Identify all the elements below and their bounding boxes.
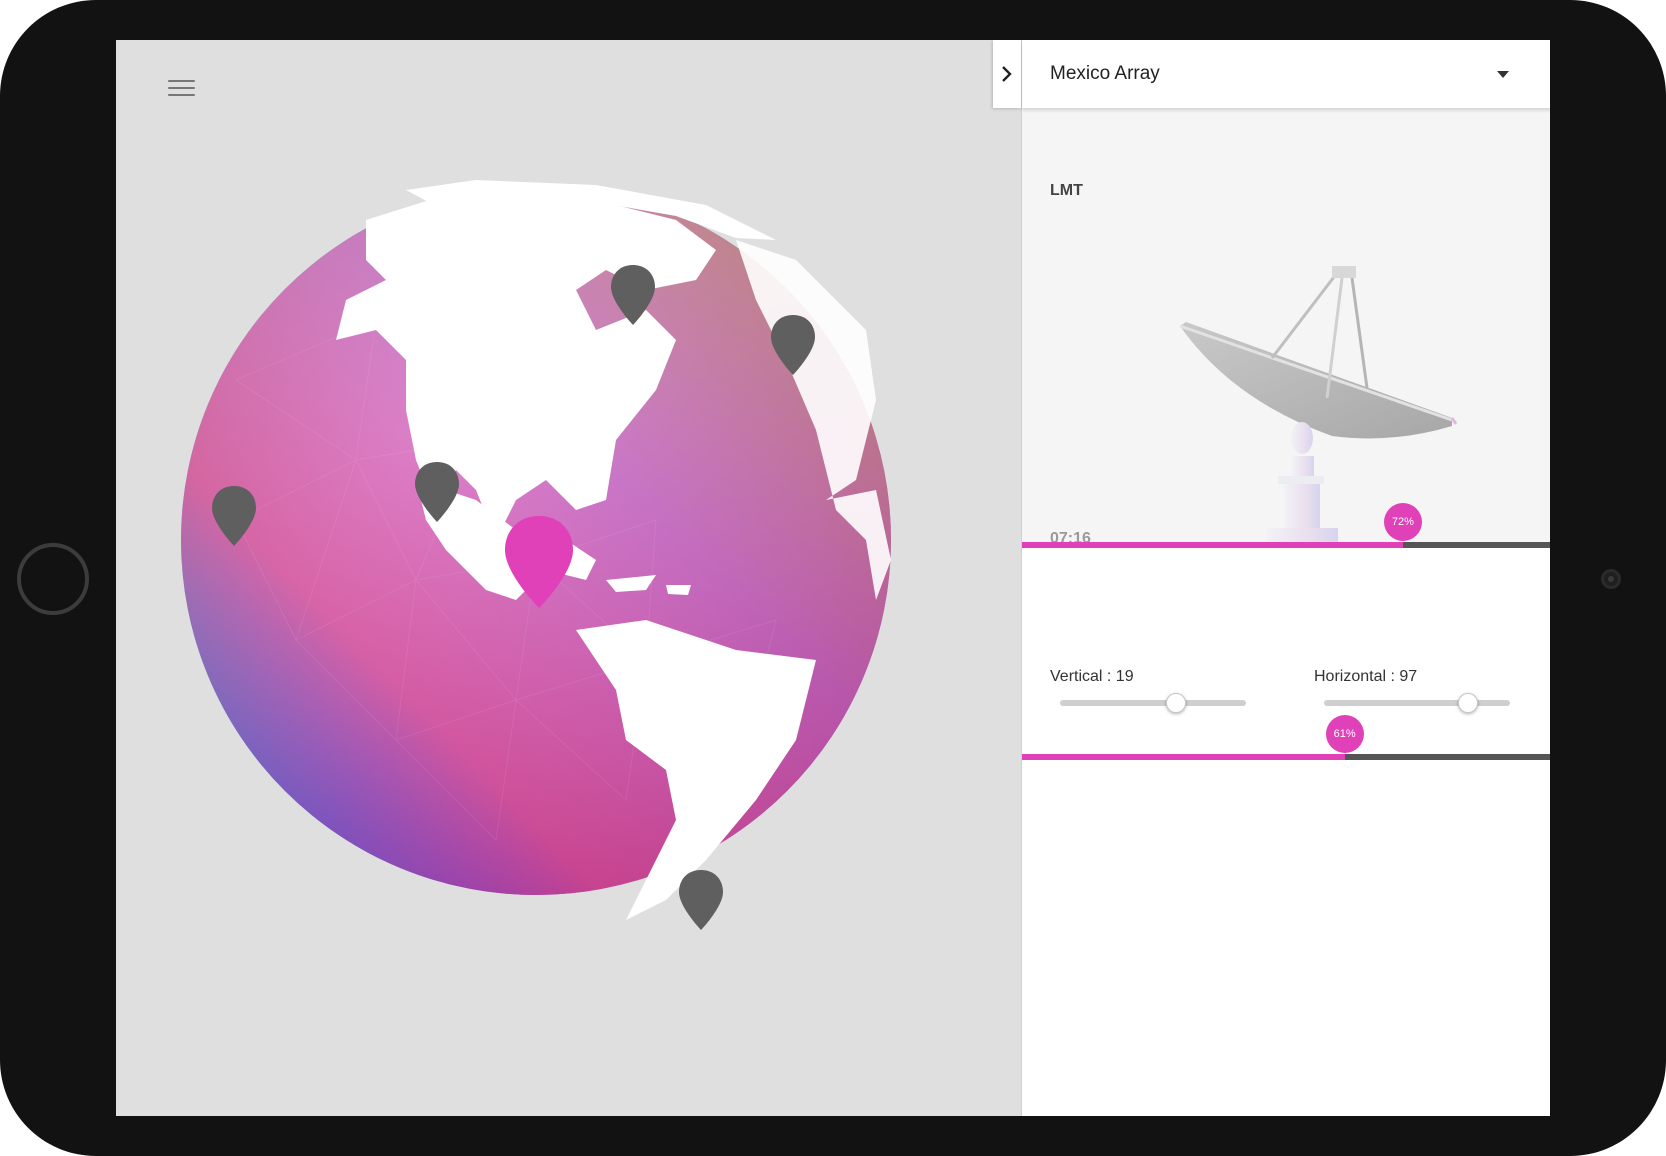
playback-fill [1022, 542, 1403, 548]
tablet-frame: Mexico Array LMT 07:16 72% Vertical: 19… [0, 0, 1666, 1156]
dish-icon [1152, 238, 1482, 548]
secondary-fill [1022, 754, 1345, 760]
horizontal-label: Horizontal : 97 [1314, 668, 1418, 685]
horizontal-slider[interactable] [1324, 693, 1510, 713]
globe-svg [181, 180, 891, 930]
chevron-right-icon [1002, 66, 1012, 82]
site-dropdown-value: Mexico Array [1050, 63, 1160, 84]
site-code: LMT [1050, 182, 1083, 199]
secondary-slider[interactable]: 61% [1022, 715, 1550, 760]
marker-south-america [679, 870, 723, 930]
home-button[interactable] [17, 543, 89, 615]
camera-icon [1601, 569, 1621, 589]
caret-down-icon [1497, 70, 1509, 78]
vertical-slider[interactable] [1060, 693, 1246, 713]
secondary-percent-badge[interactable]: 61% [1325, 715, 1364, 753]
app-screen: Mexico Array LMT 07:16 72% Vertical: 19… [116, 40, 1550, 1116]
vertical-label: Vertical : 19 [1050, 668, 1134, 685]
hamburger-icon[interactable] [161, 68, 201, 108]
globe-view[interactable] [176, 180, 956, 1040]
vertical-control: Vertical : 19 [1050, 668, 1250, 713]
panel-toggle-button[interactable] [993, 40, 1021, 108]
playback-slider[interactable]: 72% [1022, 503, 1550, 548]
horizontal-control: Horizontal : 97 [1314, 668, 1514, 713]
vertical-slider-thumb[interactable] [1165, 693, 1186, 713]
telescope-viewer[interactable]: LMT 07:16 [1022, 108, 1550, 548]
playback-percent-badge[interactable]: 72% [1383, 503, 1422, 541]
side-panel: Mexico Array LMT 07:16 72% Vertical: 19… [1021, 40, 1550, 1116]
site-dropdown[interactable]: Mexico Array [1022, 40, 1550, 108]
horizontal-slider-thumb[interactable] [1458, 693, 1479, 713]
